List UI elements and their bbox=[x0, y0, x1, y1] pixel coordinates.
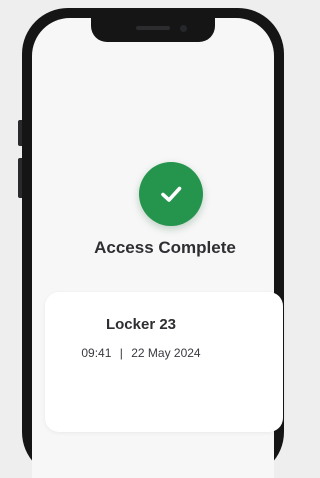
speaker-grille bbox=[136, 26, 170, 30]
access-time: 09:41 bbox=[81, 346, 112, 360]
access-date: 22 May 2024 bbox=[131, 346, 201, 360]
locker-name: Locker 23 bbox=[105, 316, 177, 333]
checkmark-icon bbox=[161, 186, 182, 202]
phone-notch bbox=[91, 18, 215, 42]
timestamp-separator: | bbox=[119, 346, 123, 360]
status-title: Access Complete bbox=[94, 238, 236, 257]
locker-info-card: Locker 23 09:41 | 22 May 2024 bbox=[45, 292, 283, 432]
front-camera bbox=[180, 25, 187, 32]
locker-timestamp: 09:41 | 22 May 2024 bbox=[45, 346, 237, 360]
success-badge bbox=[139, 162, 203, 226]
